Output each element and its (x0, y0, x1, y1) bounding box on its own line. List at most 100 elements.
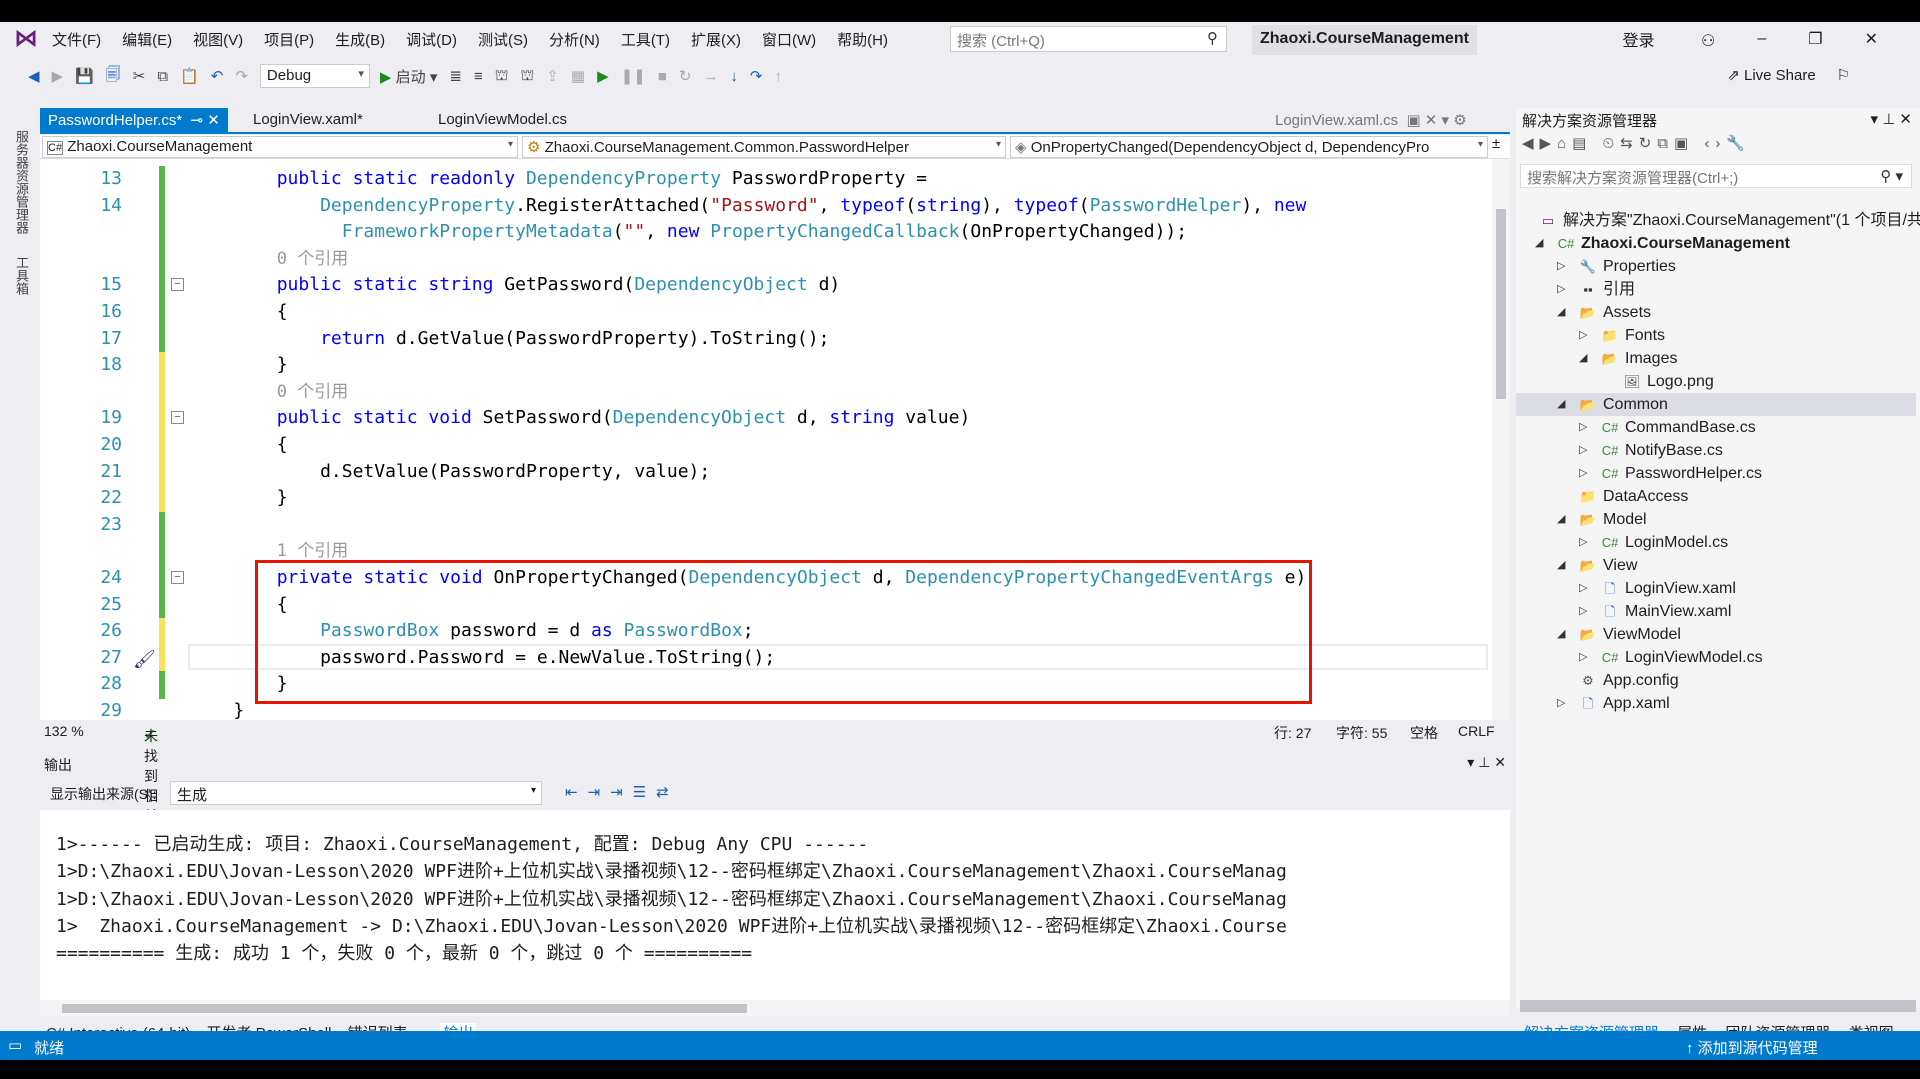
output-source-dropdown[interactable]: 生成 (170, 781, 542, 805)
solution-explorer-controls[interactable]: ▾ ⊥ ✕ (1871, 110, 1913, 128)
spaces-indicator[interactable]: 空格 (1410, 723, 1438, 743)
collapse-icon[interactable]: − (171, 411, 184, 425)
collapse-icon[interactable]: − (171, 571, 184, 584)
tree-item[interactable]: ◢ C# Zhaoxi.CourseManagement (1516, 232, 1916, 255)
tree-item[interactable]: ⚙ App.config (1516, 669, 1916, 692)
eol-indicator[interactable]: CRLF (1458, 723, 1495, 739)
menu-item[interactable]: 视图(V) (193, 29, 243, 50)
tab-loginview-xaml[interactable]: LoginView.xaml* (245, 108, 371, 132)
collapsed-arrow-icon[interactable]: ▷ (1579, 416, 1587, 439)
expanded-arrow-icon[interactable]: ◢ (1557, 301, 1565, 324)
menu-item[interactable]: 窗口(W) (762, 29, 816, 50)
build-icon[interactable]: ⛫ (495, 67, 509, 86)
pause-icon[interactable]: ❚❚ (621, 67, 646, 85)
tree-item[interactable]: ▷ C# LoginModel.cs (1516, 531, 1916, 554)
tree-item[interactable]: ▷ 🗋 MainView.xaml (1516, 600, 1916, 623)
tree-item[interactable]: 🖼 Logo.png (1516, 370, 1916, 393)
expanded-arrow-icon[interactable]: ◢ (1557, 623, 1565, 646)
class-dropdown[interactable]: ⚙ Zhaoxi.CourseManagement.Common.Passwor… (522, 136, 1006, 158)
code-editor[interactable]: 🖌 13 public static readonly DependencyPro… (40, 159, 1510, 720)
toolbox-tab[interactable]: 工具箱 (12, 256, 31, 295)
project-dropdown[interactable]: C# Zhaoxi.CourseManagement (42, 136, 518, 158)
code-lens[interactable]: 0 个引用 (40, 246, 1490, 272)
tree-item[interactable]: ▷ C# PasswordHelper.cs (1516, 462, 1916, 485)
step-into-icon[interactable]: ↓ (730, 68, 738, 85)
tree-item[interactable]: ◢ 📂 Images (1516, 347, 1916, 370)
menu-item[interactable]: 工具(T) (621, 29, 670, 50)
add-to-source-control[interactable]: ↑ 添加到源代码管理 (1686, 1037, 1818, 1058)
collapsed-arrow-icon[interactable]: ▷ (1579, 324, 1587, 347)
configuration-dropdown[interactable]: Debug (259, 64, 370, 88)
save-icon[interactable]: 💾 (75, 67, 94, 85)
paste-icon[interactable]: 📋 (180, 67, 199, 85)
menu-item[interactable]: 项目(P) (264, 29, 314, 50)
continue-icon[interactable]: ▶ (597, 67, 609, 85)
tree-item[interactable]: ◢ 📂 Assets (1516, 301, 1916, 324)
restart-icon[interactable]: ↻ (679, 67, 692, 85)
expanded-arrow-icon[interactable]: ◢ (1557, 554, 1565, 577)
solution-search-input[interactable]: 搜索解决方案资源管理器(Ctrl+;) ⚲ ▾ (1520, 164, 1912, 188)
forward-icon[interactable]: ▶ (52, 67, 64, 85)
tree-item[interactable]: ◢ 📂 Model (1516, 508, 1916, 531)
collapsed-arrow-icon[interactable]: ▷ (1557, 692, 1565, 715)
tree-item[interactable]: ▷ 🔧 Properties (1516, 255, 1916, 278)
close-button[interactable]: ✕ (1865, 29, 1878, 49)
collapsed-arrow-icon[interactable]: ▷ (1579, 646, 1587, 669)
menu-item[interactable]: 生成(B) (335, 29, 385, 50)
step-out-icon[interactable]: ↑ (774, 68, 782, 85)
undo-icon[interactable]: ↶ (211, 67, 224, 85)
tab-preview-loginview-cs[interactable]: LoginView.xaml.cs ▣ ✕ ▾ ⚙ (1267, 108, 1475, 132)
publish-icon[interactable]: ⇪ (546, 67, 559, 85)
menu-item[interactable]: 文件(F) (52, 29, 101, 50)
collapsed-arrow-icon[interactable]: ▷ (1579, 600, 1587, 623)
login-button[interactable]: 登录 ⚇ (1623, 27, 1716, 51)
output-text[interactable]: 1>------ 已启动生成: 项目: Zhaoxi.CourseManagem… (40, 810, 1510, 1000)
menu-item[interactable]: 分析(N) (549, 29, 600, 50)
tree-item[interactable]: ▷ 📁 Fonts (1516, 324, 1916, 347)
comment-icon[interactable]: ≡ (474, 68, 483, 85)
restore-button[interactable]: ❐ (1808, 29, 1822, 49)
copy-icon[interactable]: ⧉ (157, 68, 168, 85)
live-share-button[interactable]: ⇗ Live Share ⚐ (1727, 66, 1850, 84)
tree-item[interactable]: 📁 DataAccess (1516, 485, 1916, 508)
build-all-icon[interactable]: ⛫ (521, 67, 535, 86)
solution-horizontal-scrollbar[interactable] (1520, 1000, 1916, 1012)
step-over-icon[interactable]: ↷ (750, 67, 763, 85)
split-icon[interactable]: ± (1492, 135, 1500, 152)
expanded-arrow-icon[interactable]: ◢ (1557, 508, 1565, 531)
tab-passwordhelper[interactable]: PasswordHelper.cs* ⊸ ✕ (40, 108, 228, 132)
server-explorer-tab[interactable]: 服务器资源管理器 (12, 130, 31, 234)
expanded-arrow-icon[interactable]: ◢ (1557, 393, 1565, 416)
tree-item[interactable]: ◢ 📂 Common (1516, 393, 1916, 416)
tree-item[interactable]: ▷ C# CommandBase.cs (1516, 416, 1916, 439)
grid-icon[interactable]: ▦ (571, 67, 585, 85)
output-horizontal-scrollbar[interactable] (40, 1000, 1510, 1016)
menu-item[interactable]: 测试(S) (478, 29, 528, 50)
minimize-button[interactable]: – (1757, 30, 1766, 48)
show-next-icon[interactable]: → (703, 68, 718, 85)
collapse-icon[interactable]: − (171, 278, 184, 292)
format-icon[interactable]: ≣ (449, 67, 462, 85)
collapsed-arrow-icon[interactable]: ▷ (1579, 462, 1587, 485)
zoom-level[interactable]: 132 % (44, 723, 84, 739)
member-dropdown[interactable]: ◈ OnPropertyChanged(DependencyObject d, … (1010, 136, 1488, 158)
code-lens[interactable]: 1 个引用 (40, 538, 1490, 564)
start-button[interactable]: ▶ 启动 ▾ (380, 66, 437, 87)
code-lens[interactable]: 0 个引用 (40, 379, 1490, 405)
search-input[interactable]: 搜索 (Ctrl+Q) ⚲ (950, 26, 1227, 52)
output-toolbar-icons[interactable]: ⇤⇥⇥☰⇄ (565, 783, 679, 801)
tree-item[interactable]: ◢ 📂 ViewModel (1516, 623, 1916, 646)
expanded-arrow-icon[interactable]: ◢ (1535, 232, 1543, 255)
solution-explorer-toolbar[interactable]: ◀▶⌂▤ ⏲⇆↻⧉▣ ‹›🔧 (1522, 134, 1912, 158)
collapsed-arrow-icon[interactable]: ▷ (1579, 577, 1587, 600)
output-panel-controls[interactable]: ▾ ⊥ ✕ (1467, 754, 1506, 771)
stop-icon[interactable]: ■ (658, 68, 667, 85)
collapsed-arrow-icon[interactable]: ▷ (1579, 531, 1587, 554)
back-icon[interactable]: ◀ (28, 67, 40, 85)
tree-item[interactable]: ▷ ▪▪ 引用 (1516, 278, 1916, 301)
menu-item[interactable]: 编辑(E) (122, 29, 172, 50)
collapsed-arrow-icon[interactable]: ▷ (1557, 255, 1565, 278)
cut-icon[interactable]: ✂ (133, 67, 146, 85)
menu-item[interactable]: 调试(D) (406, 29, 457, 50)
tab-loginviewmodel[interactable]: LoginViewModel.cs (430, 108, 575, 132)
